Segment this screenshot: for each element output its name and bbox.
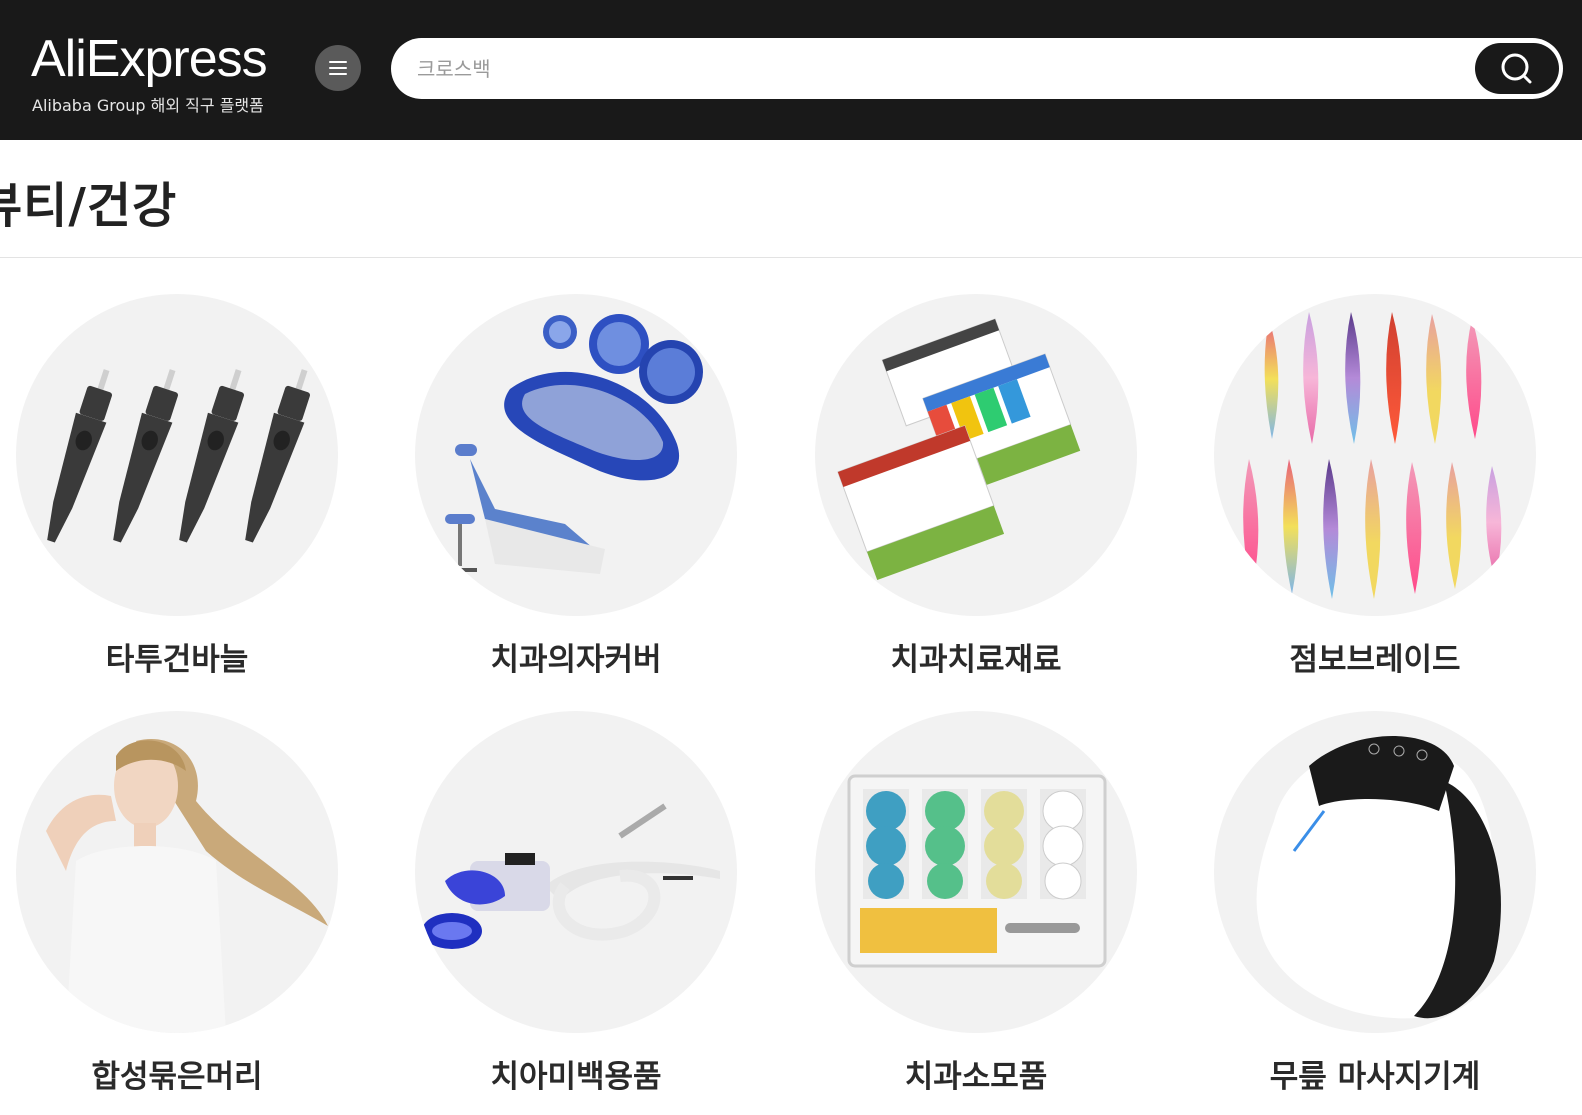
category-label: 치과소모품	[904, 1059, 1048, 1095]
category-label: 합성묶은머리	[91, 1059, 263, 1095]
menu-icon	[329, 73, 347, 75]
category-label: 치과치료재료	[890, 642, 1062, 678]
category-label: 치아미백용품	[490, 1059, 662, 1095]
polishing-discs-icon	[847, 774, 1107, 968]
category-image	[1214, 711, 1536, 1033]
category-image	[1214, 294, 1536, 616]
category-image	[16, 294, 338, 616]
divider	[0, 257, 1582, 258]
absorbent-paper-points-icon	[837, 318, 1081, 581]
tattoo-needle-cartridges-icon	[47, 369, 311, 543]
category-image	[415, 711, 737, 1033]
search-button[interactable]	[1475, 43, 1559, 94]
category-label: 무릎 마사지기계	[1269, 1059, 1481, 1095]
search-icon	[1501, 53, 1532, 84]
logo-text: AliExpress	[31, 30, 268, 88]
category-label: 치과의자커버	[490, 642, 662, 678]
search-input[interactable]	[417, 38, 1457, 99]
aliexpress-logo[interactable]: AliExpress Alibaba Group 해외 직구 플랫폼	[31, 28, 291, 118]
logo-tagline: Alibaba Group 해외 직구 플랫폼	[32, 96, 264, 115]
synthetic-ponytail-icon	[46, 739, 328, 1033]
top-header: AliExpress Alibaba Group 해외 직구 플랫폼	[0, 0, 1582, 140]
dental-chair-cover-icon	[445, 314, 703, 574]
menu-icon	[329, 61, 347, 63]
category-image	[415, 294, 737, 616]
category-image	[815, 711, 1137, 1033]
teeth-whitening-lamp-icon	[422, 803, 720, 949]
category-image	[16, 711, 338, 1033]
category-image	[815, 294, 1137, 616]
category-label: 점보브레이드	[1289, 642, 1461, 678]
knee-massager-icon	[1256, 736, 1501, 1019]
page-title: 뷰티/건강	[0, 178, 178, 234]
category-label: 타투건바늘	[105, 642, 249, 678]
jumbo-braid-hair-icon	[1243, 312, 1502, 599]
menu-icon	[329, 67, 347, 69]
search-bar	[391, 38, 1563, 99]
menu-button[interactable]	[315, 45, 361, 91]
